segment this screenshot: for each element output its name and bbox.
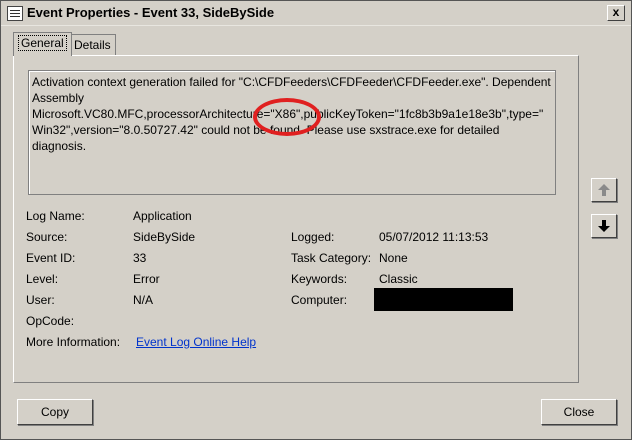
event-viewer-icon (7, 6, 23, 21)
next-event-button[interactable] (591, 214, 617, 238)
previous-event-button[interactable] (591, 178, 617, 202)
event-log-online-help-link[interactable]: Event Log Online Help (136, 335, 256, 349)
logged-value: 05/07/2012 11:13:53 (379, 230, 489, 244)
event-id-value: 33 (133, 251, 147, 265)
tab-details[interactable]: Details (69, 34, 116, 55)
keywords-label: Keywords: (291, 272, 348, 286)
level-label: Level: (26, 272, 59, 286)
close-window-button[interactable]: x (607, 5, 625, 21)
logged-label: Logged: (291, 230, 335, 244)
event-properties-window: Event Properties - Event 33, SideBySide … (0, 0, 632, 440)
level-value: Error (133, 272, 160, 286)
arrow-down-icon (598, 220, 610, 232)
opcode-label: OpCode: (26, 314, 75, 328)
title-bar[interactable]: Event Properties - Event 33, SideBySide … (1, 1, 631, 26)
more-info-label: More Information: (26, 335, 121, 349)
computer-label: Computer: (291, 293, 348, 307)
task-category-label: Task Category: (291, 251, 372, 265)
close-button[interactable]: Close (541, 399, 617, 425)
task-category-value: None (379, 251, 408, 265)
red-annotation-circle (253, 98, 321, 136)
keywords-value: Classic (379, 272, 418, 286)
tab-general[interactable]: General (13, 32, 72, 56)
copy-button[interactable]: Copy (17, 399, 93, 425)
arrow-up-icon (598, 184, 610, 196)
user-value: N/A (133, 293, 154, 307)
log-name-label: Log Name: (26, 209, 85, 223)
event-id-label: Event ID: (26, 251, 76, 265)
window-title: Event Properties - Event 33, SideBySide (27, 5, 275, 20)
user-label: User: (26, 293, 55, 307)
log-name-value: Application (133, 209, 192, 223)
source-value: SideBySide (133, 230, 196, 244)
source-label: Source: (26, 230, 68, 244)
redacted-computer-name (374, 288, 513, 311)
